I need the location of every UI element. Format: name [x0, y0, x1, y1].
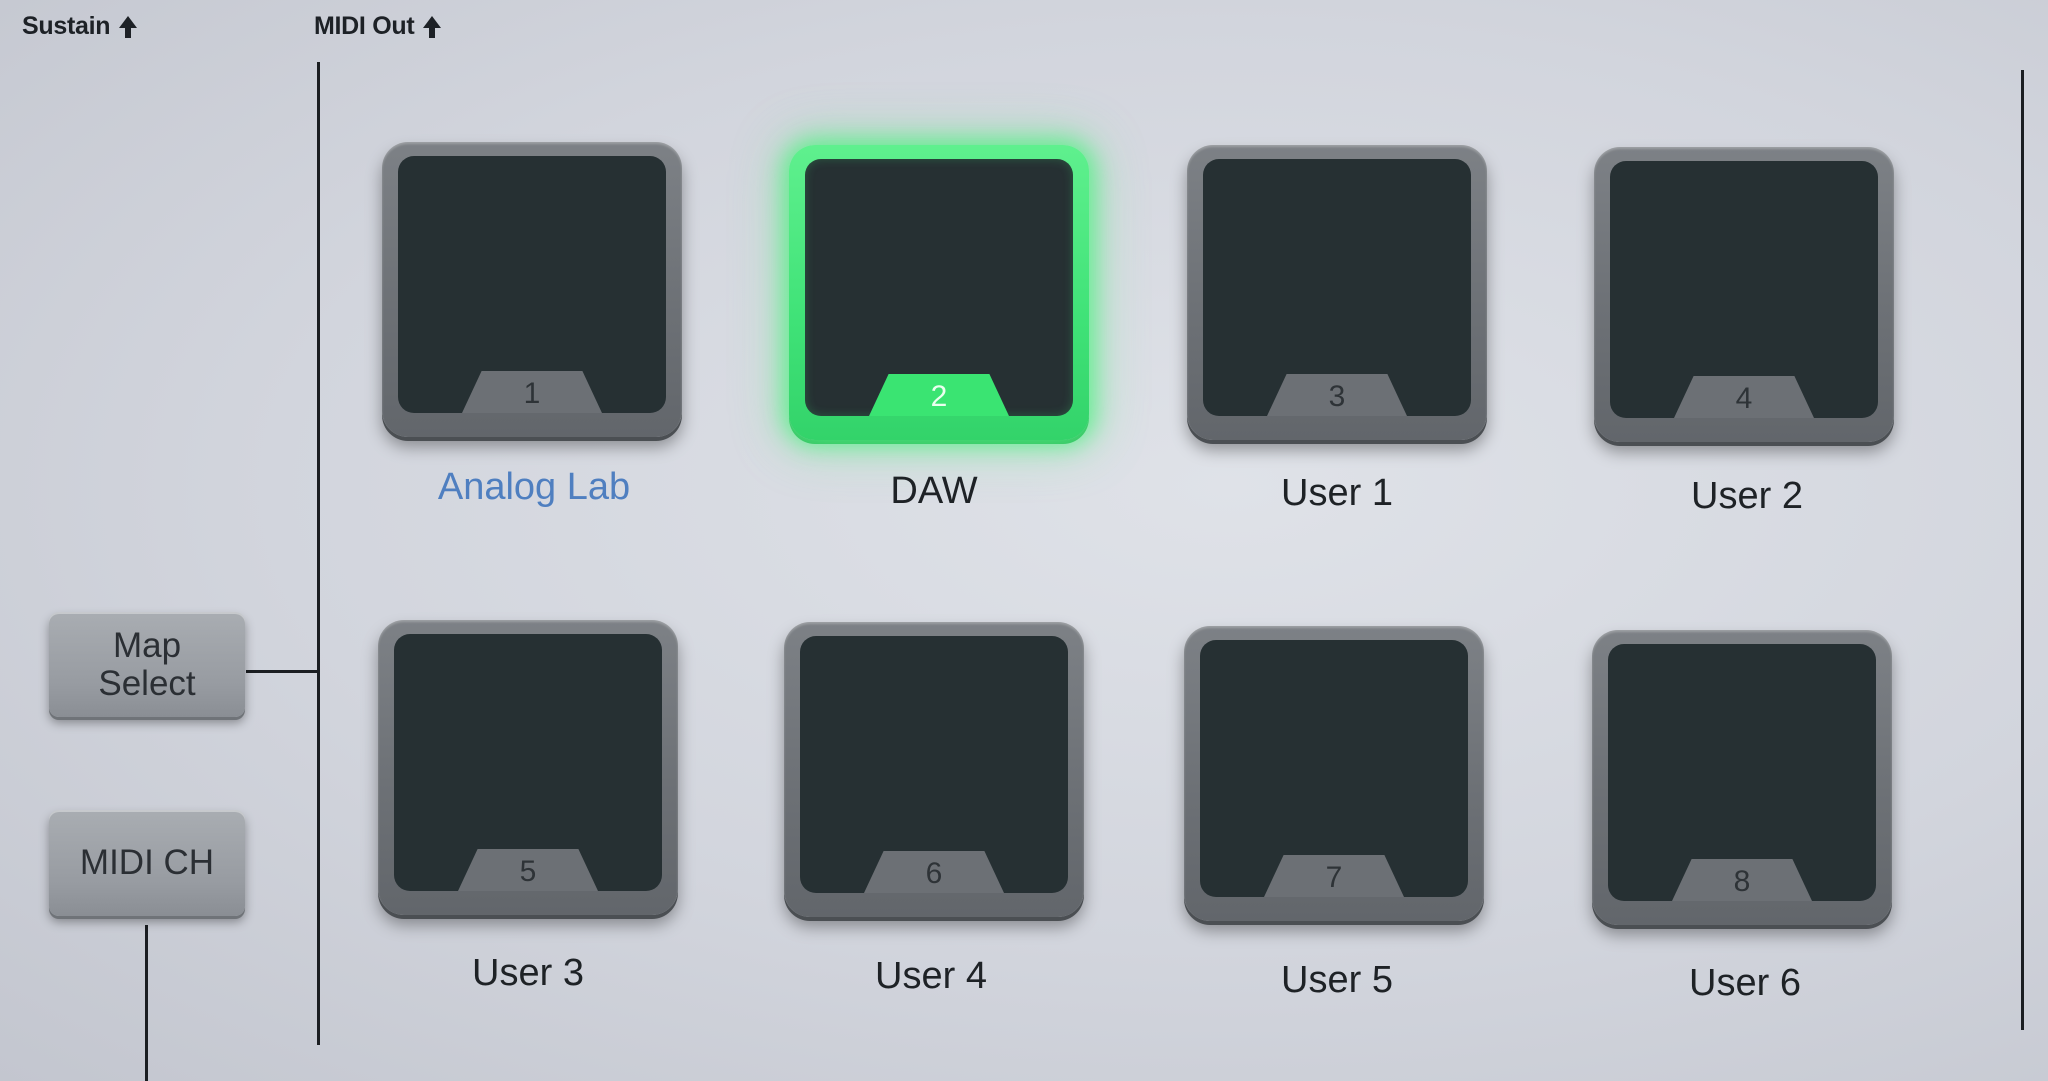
midi-out-label-text: MIDI Out	[314, 12, 415, 40]
pad-4-label: User 2	[1691, 475, 1803, 517]
pad-face: 5	[394, 634, 662, 891]
pad-face: 1	[398, 156, 666, 413]
pad-number: 5	[519, 855, 537, 888]
pad-1[interactable]: 1	[382, 142, 682, 437]
pad-number-tab: 8	[1672, 859, 1812, 901]
pad-number-tab: 4	[1674, 376, 1814, 418]
pad-face: 4	[1610, 161, 1878, 418]
pad-number: 6	[925, 857, 943, 890]
map-select-label-line2: Select	[98, 663, 196, 703]
pad-number: 2	[930, 380, 948, 413]
pad-face: 6	[800, 636, 1068, 893]
midi-out-label: MIDI Out	[314, 12, 442, 41]
pad-number: 4	[1735, 382, 1753, 415]
pad-6[interactable]: 6	[784, 622, 1084, 917]
pad-number-tab: 5	[458, 849, 598, 891]
pad-3[interactable]: 3	[1187, 145, 1487, 440]
pad-number: 7	[1325, 861, 1343, 894]
pad-1-label: Analog Lab	[437, 466, 631, 508]
sustain-label-text: Sustain	[22, 12, 111, 40]
pad-5-label: User 3	[472, 952, 584, 994]
pad-3-label: User 1	[1281, 472, 1393, 514]
sustain-label: Sustain	[22, 12, 138, 41]
pad-number: 1	[523, 377, 541, 410]
pad-6-label: User 4	[875, 955, 987, 997]
midi-ch-button[interactable]: MIDI CH	[49, 810, 245, 916]
map-select-connector-line	[246, 670, 319, 673]
pad-5[interactable]: 5	[378, 620, 678, 915]
left-divider-line	[317, 62, 320, 1045]
map-select-button[interactable]: Map Select	[49, 612, 245, 717]
pad-number: 3	[1328, 380, 1346, 413]
pad-number-tab: 2	[869, 374, 1009, 416]
pad-7[interactable]: 7	[1184, 626, 1484, 921]
pad-8-label: User 6	[1689, 962, 1801, 1004]
up-arrow-icon	[119, 15, 138, 38]
midi-ch-connector-line	[145, 925, 148, 1081]
pad-4[interactable]: 4	[1594, 147, 1894, 442]
pad-number-tab: 7	[1264, 855, 1404, 897]
pad-8[interactable]: 8	[1592, 630, 1892, 925]
pad-number: 8	[1733, 865, 1751, 898]
pad-number-tab: 3	[1267, 374, 1407, 416]
map-select-label-line1: Map	[112, 625, 182, 665]
pad-face: 3	[1203, 159, 1471, 416]
pad-7-label: User 5	[1281, 959, 1393, 1001]
midi-ch-label: MIDI CH	[79, 843, 215, 882]
pad-face: 7	[1200, 640, 1468, 897]
pad-number-tab: 6	[864, 851, 1004, 893]
pad-face: 8	[1608, 644, 1876, 901]
up-arrow-icon	[423, 15, 442, 38]
pad-2-label: DAW	[890, 470, 978, 512]
pad-face: 2	[805, 159, 1073, 416]
pad-2[interactable]: 2	[789, 145, 1089, 440]
right-divider-line	[2021, 70, 2024, 1030]
pad-number-tab: 1	[462, 371, 602, 413]
